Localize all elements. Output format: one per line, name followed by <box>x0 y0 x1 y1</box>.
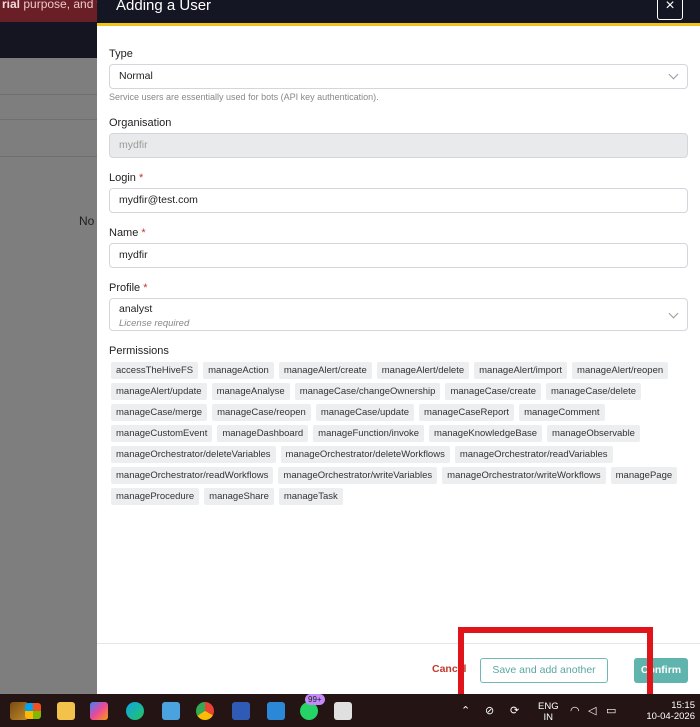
type-label: Type <box>109 48 133 60</box>
permission-tag: manageObservable <box>547 425 640 442</box>
required-mark: * <box>143 282 148 294</box>
chevron-down-icon <box>668 69 679 80</box>
trial-banner-text: purpose, and wi <box>23 0 97 11</box>
permission-tag: manageCase/merge <box>111 404 208 421</box>
profile-label-text: Profile <box>109 282 141 294</box>
login-label-text: Login <box>109 172 136 184</box>
type-select[interactable]: Normal <box>109 64 688 89</box>
permission-tag: manageOrchestrator/writeWorkflows <box>442 467 606 484</box>
login-value: mydfir@test.com <box>119 194 198 206</box>
divider <box>0 156 97 157</box>
permission-tag: managePage <box>610 467 678 484</box>
virtualbox-icon[interactable] <box>232 702 250 720</box>
required-mark: * <box>138 172 144 184</box>
permission-tag: manageShare <box>204 488 274 505</box>
permissions-label: Permissions <box>109 345 169 357</box>
permission-tag: manageOrchestrator/writeVariables <box>278 467 438 484</box>
organisation-label: Organisation <box>109 117 172 129</box>
permission-tag: manageFunction/invoke <box>313 425 425 442</box>
permission-tag: manageAnalyse <box>211 383 290 400</box>
permission-tag: manageOrchestrator/readVariables <box>454 446 613 463</box>
permission-tag: manageCase/reopen <box>212 404 311 421</box>
permission-tag: manageCase/delete <box>546 383 642 400</box>
permission-tag: manageAlert/reopen <box>572 362 669 379</box>
permission-tag: manageOrchestrator/readWorkflows <box>111 467 274 484</box>
name-label-text: Name <box>109 227 139 239</box>
snipping-tool-icon[interactable] <box>334 702 352 720</box>
notepad-icon[interactable] <box>162 702 180 720</box>
trial-banner: rial purpose, and wi <box>0 0 97 22</box>
permission-tag: manageAlert/update <box>111 383 207 400</box>
time-text: 15:15 <box>671 700 695 711</box>
language-indicator[interactable]: ENG IN <box>538 701 559 723</box>
battery-icon[interactable]: ▭ <box>606 704 616 717</box>
permission-tag: manageCustomEvent <box>111 425 213 442</box>
type-value: Normal <box>119 70 153 82</box>
permission-tag: manageProcedure <box>111 488 200 505</box>
taskbar: 99+ ⌃ ⊘ ⟳ ENG IN ◠ ◁ ▭ 15:15 10-04-2026 <box>0 694 700 727</box>
volume-icon[interactable]: ◁ <box>588 704 596 717</box>
login-field[interactable]: mydfir@test.com <box>109 188 688 213</box>
wifi-icon[interactable]: ◠ <box>570 704 580 717</box>
vscode-icon[interactable] <box>267 702 285 720</box>
network-off-icon[interactable]: ⊘ <box>485 704 494 717</box>
profile-license-note: License required <box>119 318 190 329</box>
permission-tag: manageAction <box>203 362 274 379</box>
background-content <box>0 58 97 694</box>
divider <box>0 119 97 120</box>
file-explorer-icon[interactable] <box>57 702 75 720</box>
profile-value: analyst <box>119 303 153 315</box>
permission-tag: manageDashboard <box>217 425 309 442</box>
chevron-up-icon[interactable]: ⌃ <box>461 704 470 717</box>
profile-label: Profile * <box>109 282 148 294</box>
name-field[interactable]: mydfir <box>109 243 688 268</box>
permission-tag: manageCase/changeOwnership <box>294 383 441 400</box>
permission-tag: manageKnowledgeBase <box>429 425 543 442</box>
permission-tag: manageComment <box>519 404 605 421</box>
trial-banner-bold: rial <box>2 0 21 11</box>
close-icon: × <box>665 0 675 14</box>
permissions-list: accessTheHiveFS manageAction manageAlert/c… <box>111 362 691 505</box>
region-code: IN <box>543 712 554 723</box>
organisation-field: mydfir <box>109 133 688 158</box>
background-header <box>0 22 97 58</box>
name-label: Name * <box>109 227 146 239</box>
permission-tag: manageOrchestrator/deleteWorkflows <box>280 446 450 463</box>
permission-tag: manageTask <box>278 488 343 505</box>
copilot-icon[interactable] <box>90 702 108 720</box>
permission-tag: manageCase/create <box>445 383 541 400</box>
name-value: mydfir <box>119 249 148 261</box>
permission-tag: manageCaseReport <box>419 404 515 421</box>
required-mark: * <box>141 227 146 239</box>
permission-tag: manageCase/update <box>315 404 415 421</box>
login-label: Login * <box>109 172 143 184</box>
organisation-value: mydfir <box>119 139 148 151</box>
permission-tag: accessTheHiveFS <box>111 362 199 379</box>
language-code: ENG <box>538 701 559 712</box>
permission-tag: manageOrchestrator/deleteVariables <box>111 446 276 463</box>
chrome-icon[interactable] <box>196 702 214 720</box>
highlight-annotation-box <box>458 627 653 702</box>
whatsapp-badge: 99+ <box>305 694 325 705</box>
add-user-drawer: Adding a User × Type Normal Service user… <box>97 0 700 694</box>
close-button[interactable]: × <box>657 0 683 20</box>
sync-icon[interactable]: ⟳ <box>510 704 519 717</box>
drawer-title: Adding a User <box>116 0 212 14</box>
clock[interactable]: 15:15 10-04-2026 <box>637 700 695 722</box>
profile-select[interactable]: analyst License required <box>109 298 688 331</box>
edge-icon[interactable] <box>126 702 144 720</box>
permission-tag: manageAlert/import <box>474 362 568 379</box>
drawer-header: Adding a User × <box>97 0 700 26</box>
permission-tag: manageAlert/create <box>278 362 372 379</box>
windows-start-icon[interactable] <box>25 703 41 719</box>
type-help-text: Service users are essentially used for b… <box>109 92 379 102</box>
permission-tag: manageAlert/delete <box>376 362 470 379</box>
date-text: 10-04-2026 <box>646 711 695 722</box>
divider <box>0 94 97 95</box>
